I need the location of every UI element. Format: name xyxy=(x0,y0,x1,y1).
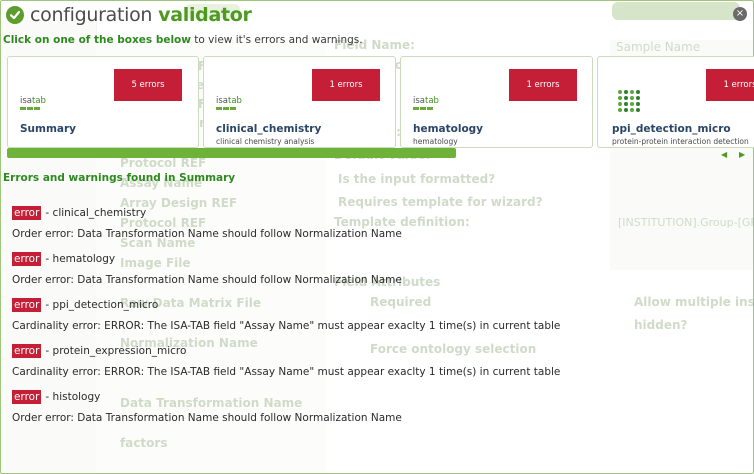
error-message: Order error: Data Transformation Name sh… xyxy=(12,412,402,424)
error-count-badge: 1 errors xyxy=(509,69,577,101)
error-item: error - protein_expression_micro Cardina… xyxy=(12,343,752,389)
error-tag: error xyxy=(12,206,42,220)
card-title: ppi_detection_micro xyxy=(612,123,731,135)
assay-card-strip: isatab 5 errors Summary isatab 1 errors … xyxy=(7,56,754,148)
assay-card-summary[interactable]: isatab 5 errors Summary xyxy=(7,56,199,148)
error-list: error - clinical_chemistry Order error: … xyxy=(12,205,752,435)
error-message: Order error: Data Transformation Name sh… xyxy=(12,228,402,240)
errors-section-title: Errors and warnings found in Summary xyxy=(3,172,236,184)
card-title: clinical_chemistry xyxy=(216,123,322,135)
error-message: Cardinality error: ERROR: The ISA-TAB fi… xyxy=(12,320,561,332)
instruction-highlight: Click on one of the boxes below xyxy=(3,34,191,46)
assay-card-hematology[interactable]: isatab 1 errors hematology hematology xyxy=(400,56,593,148)
check-icon xyxy=(6,6,24,24)
error-item: error - hematology Order error: Data Tra… xyxy=(12,251,752,297)
error-item: error - clinical_chemistry Order error: … xyxy=(12,205,752,251)
close-icon: × xyxy=(735,8,745,19)
error-source: - hematology xyxy=(45,253,116,265)
assay-card-ppi-detection-micro[interactable]: 1 errors ppi_detection_micro protein-pro… xyxy=(597,56,754,148)
card-subtitle: clinical chemistry analysis xyxy=(216,137,315,146)
error-count-badge: 1 errors xyxy=(312,69,380,101)
error-count-badge: 5 errors xyxy=(114,69,182,101)
error-item: error - histology Order error: Data Tran… xyxy=(12,389,752,435)
assay-card-clinical-chemistry[interactable]: isatab 1 errors clinical_chemistry clini… xyxy=(203,56,396,148)
scroll-left-icon[interactable]: ◀ xyxy=(721,150,727,159)
card-title: Summary xyxy=(20,123,77,135)
error-tag: error xyxy=(12,252,42,266)
instruction-text: Click on one of the boxes below to view … xyxy=(3,34,363,46)
close-button[interactable]: × xyxy=(733,7,747,21)
error-tag: error xyxy=(12,344,42,358)
title-configuration: configuration xyxy=(30,4,153,26)
isatab-logo-icon: isatab xyxy=(216,97,242,110)
card-subtitle: protein-protein interaction detection xyxy=(612,137,749,146)
error-source: - histology xyxy=(45,391,101,403)
instruction-rest: to view it's errors and warnings. xyxy=(190,34,363,46)
isatab-logo-icon: isatab xyxy=(413,97,439,110)
error-tag: error xyxy=(12,390,42,404)
card-subtitle: hematology xyxy=(413,137,458,146)
microarray-icon xyxy=(618,90,640,112)
card-strip-scrollbar[interactable] xyxy=(7,148,456,158)
error-source: - protein_expression_micro xyxy=(45,345,187,357)
title-validator: validator xyxy=(158,4,252,26)
error-source: - ppi_detection_micro xyxy=(45,299,159,311)
error-source: - clinical_chemistry xyxy=(45,207,147,219)
error-tag: error xyxy=(12,298,42,312)
card-title: hematology xyxy=(413,123,484,135)
error-message: Order error: Data Transformation Name sh… xyxy=(12,274,402,286)
scroll-right-icon[interactable]: ▶ xyxy=(739,150,745,159)
isatab-logo-icon: isatab xyxy=(20,97,46,110)
error-count-badge: 1 errors xyxy=(706,69,754,101)
error-item: error - ppi_detection_micro Cardinality … xyxy=(12,297,752,343)
dialog-title: configuration validator xyxy=(6,3,252,27)
error-message: Cardinality error: ERROR: The ISA-TAB fi… xyxy=(12,366,561,378)
